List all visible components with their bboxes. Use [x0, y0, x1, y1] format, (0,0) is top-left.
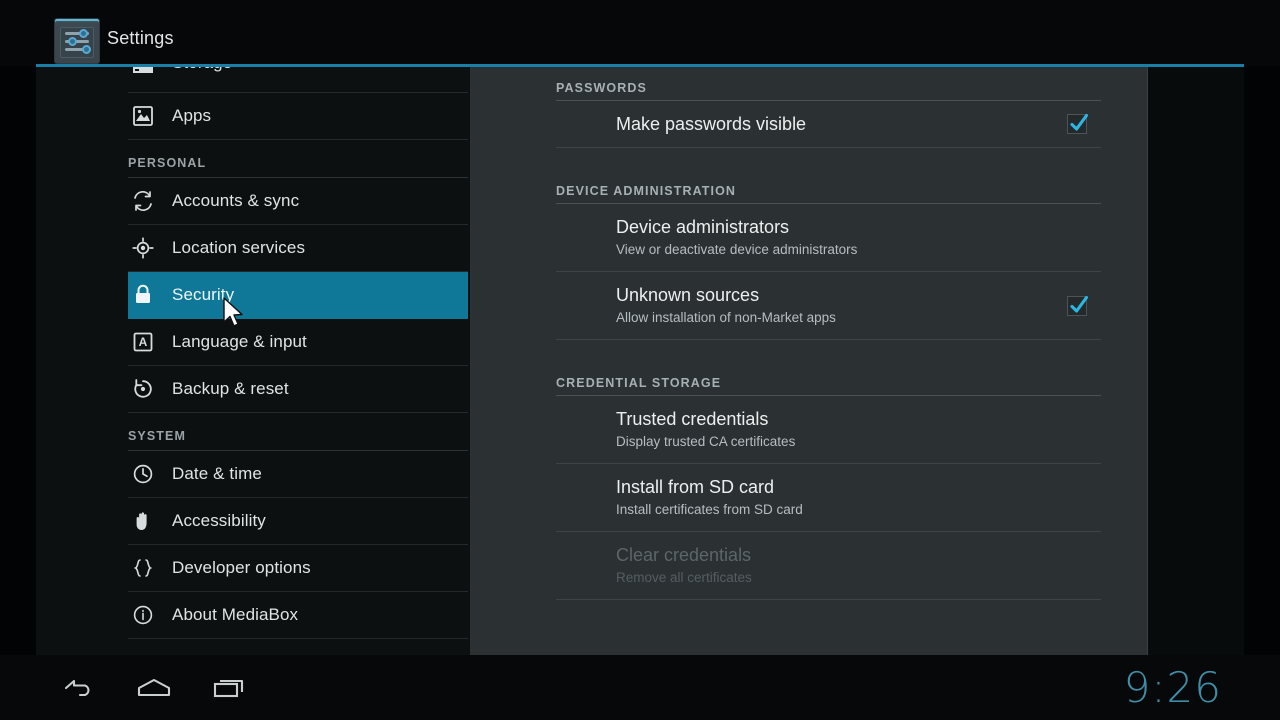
- info-circle-icon: [128, 602, 158, 628]
- status-clock: 9:26: [1123, 663, 1222, 712]
- sidebar-item-label: About MediaBox: [172, 605, 299, 624]
- clock-icon: [128, 461, 158, 487]
- setting-checkbox[interactable]: [1067, 295, 1089, 316]
- setting-title: Device administrators: [616, 217, 790, 237]
- setting-checkbox[interactable]: [1067, 113, 1089, 134]
- sidebar-item-location-services[interactable]: Location services: [128, 225, 468, 272]
- android-settings-screen: Settings Storage Apps PERSONAL Accounts & s…: [0, 0, 1280, 720]
- setting-row[interactable]: Install from SD card Install certificates…: [556, 464, 1101, 532]
- settings-sidebar[interactable]: Storage Apps PERSONAL Accounts & sync Locati…: [36, 67, 470, 655]
- sidebar-item-apps[interactable]: Apps: [128, 93, 468, 140]
- sidebar-item-label: Date & time: [172, 464, 262, 483]
- sidebar-section-label: PERSONAL: [128, 156, 207, 170]
- sidebar-item-label: Accounts & sync: [172, 191, 300, 210]
- content-section-header: CREDENTIAL STORAGE: [556, 362, 1101, 396]
- settings-frame: Storage Apps PERSONAL Accounts & sync Locati…: [36, 67, 1244, 655]
- apps-icon: [128, 103, 158, 129]
- setting-row: Clear credentials Remove all certificates: [556, 532, 1101, 600]
- sidebar-item-accounts-sync[interactable]: Accounts & sync: [128, 178, 468, 225]
- sidebar-item-label: Storage: [172, 67, 232, 73]
- settings-sliders-icon: [54, 18, 100, 64]
- setting-subtitle: Allow installation of non-Market apps: [616, 310, 836, 325]
- setting-row[interactable]: Trusted credentials Display trusted CA ce…: [556, 396, 1101, 464]
- sidebar-item-label: Language & input: [172, 332, 307, 351]
- setting-subtitle: Display trusted CA certificates: [616, 434, 796, 449]
- title-bar: Settings: [0, 0, 1280, 67]
- hand-icon: [128, 508, 158, 534]
- setting-title: Unknown sources: [616, 285, 760, 305]
- sidebar-item-backup-reset[interactable]: Backup & reset: [128, 366, 468, 413]
- setting-subtitle: Install certificates from SD card: [616, 502, 803, 517]
- security-settings-panel[interactable]: PASSWORDS Make passwords visible DEVICE AD…: [472, 67, 1148, 655]
- svg-text:A: A: [139, 335, 148, 349]
- sidebar-item-label: Backup & reset: [172, 379, 289, 398]
- sidebar-item-label: Location services: [172, 238, 306, 257]
- content-section-header: PASSWORDS: [556, 67, 1101, 101]
- sidebar-item-accessibility[interactable]: Accessibility: [128, 498, 468, 545]
- setting-title: Trusted credentials: [616, 409, 769, 429]
- language-icon: A: [128, 329, 158, 355]
- sidebar-item-developer-options[interactable]: Developer options: [128, 545, 468, 592]
- sidebar-item-security[interactable]: Security: [128, 272, 468, 319]
- location-icon: [128, 235, 158, 261]
- sidebar-section-header: PERSONAL: [128, 140, 468, 178]
- setting-title: Clear credentials: [616, 545, 752, 565]
- content-section-label: DEVICE ADMINISTRATION: [556, 184, 737, 198]
- sidebar-item-about-mediabox[interactable]: About MediaBox: [128, 592, 468, 639]
- sidebar-item-label: Developer options: [172, 558, 311, 577]
- sidebar-item-storage[interactable]: Storage: [128, 67, 468, 93]
- sidebar-item-label: Apps: [172, 106, 212, 125]
- back-icon[interactable]: [50, 669, 106, 707]
- setting-title: Make passwords visible: [616, 114, 807, 134]
- setting-row[interactable]: Make passwords visible: [556, 101, 1101, 148]
- setting-title: Install from SD card: [616, 477, 775, 497]
- recents-icon[interactable]: [202, 669, 258, 707]
- home-icon[interactable]: [126, 669, 182, 707]
- braces-icon: [128, 555, 158, 581]
- content-section-label: CREDENTIAL STORAGE: [556, 376, 722, 390]
- panel-right-filler: [1148, 67, 1244, 655]
- setting-subtitle: Remove all certificates: [616, 570, 752, 585]
- setting-row[interactable]: Unknown sources Allow installation of non…: [556, 272, 1101, 340]
- sync-icon: [128, 188, 158, 214]
- lock-icon: [128, 282, 158, 308]
- content-section-header: DEVICE ADMINISTRATION: [556, 170, 1101, 204]
- setting-subtitle: View or deactivate device administrators: [616, 242, 858, 257]
- sidebar-item-language-input[interactable]: A Language & input: [128, 319, 468, 366]
- content-section-label: PASSWORDS: [556, 81, 647, 95]
- storage-icon: [128, 67, 158, 79]
- sidebar-item-date-time[interactable]: Date & time: [128, 451, 468, 498]
- sidebar-section-header: SYSTEM: [128, 413, 468, 451]
- sidebar-section-label: SYSTEM: [128, 429, 186, 443]
- sidebar-item-label: Accessibility: [172, 511, 266, 530]
- backup-reset-icon: [128, 376, 158, 402]
- page-title: Settings: [107, 28, 174, 48]
- system-navigation-bar: [0, 655, 1280, 720]
- sidebar-item-label: Security: [172, 285, 235, 304]
- setting-row[interactable]: Device administrators View or deactivate …: [556, 204, 1101, 272]
